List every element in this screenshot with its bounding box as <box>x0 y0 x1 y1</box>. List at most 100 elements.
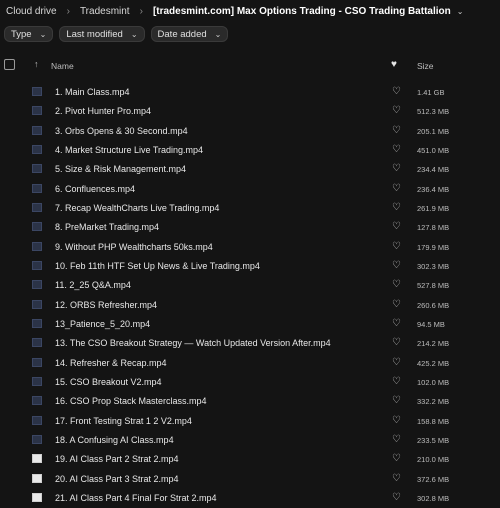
favorite-heart-icon[interactable]: ♡ <box>392 415 401 426</box>
file-name[interactable]: 12. ORBS Refresher.mp4 <box>55 300 157 310</box>
table-row[interactable]: 8. PreMarket Trading.mp4 ♡ 127.8 MB <box>0 218 500 237</box>
file-name[interactable]: 19. AI Class Part 2 Strat 2.mp4 <box>55 454 179 464</box>
table-row[interactable]: 15. CSO Breakout V2.mp4 ♡ 102.0 MB <box>0 373 500 392</box>
chevron-down-icon: ⌄ <box>130 29 138 39</box>
file-size: 260.6 MB <box>417 300 450 310</box>
chevron-down-icon[interactable]: ⌄ <box>457 7 464 16</box>
file-size: 102.0 MB <box>417 377 450 387</box>
favorite-heart-icon[interactable]: ♡ <box>392 299 401 310</box>
table-row[interactable]: 20. AI Class Part 3 Strat 2.mp4 ♡ 372.6 MB <box>0 470 500 489</box>
favorite-heart-icon[interactable]: ♡ <box>392 453 401 464</box>
file-name[interactable]: 1. Main Class.mp4 <box>55 87 130 97</box>
file-size: 302.8 MB <box>417 493 450 503</box>
favorite-heart-icon[interactable]: ♡ <box>392 357 401 368</box>
favorite-heart-icon[interactable]: ♡ <box>392 105 401 116</box>
table-row[interactable]: 13. The CSO Breakout Strategy — Watch Up… <box>0 334 500 353</box>
file-name[interactable]: 9. Without PHP Wealthcharts 50ks.mp4 <box>55 242 213 252</box>
filter-date-added[interactable]: Date added ⌄ <box>150 26 229 42</box>
column-name-header[interactable]: Name <box>51 61 74 71</box>
video-thumbnail-icon <box>32 376 42 386</box>
file-size: 261.9 MB <box>417 203 450 213</box>
video-thumbnail-icon <box>32 183 42 193</box>
file-name[interactable]: 3. Orbs Opens & 30 Second.mp4 <box>55 126 188 136</box>
favorite-heart-icon[interactable]: ♡ <box>392 279 401 290</box>
favorite-heart-icon[interactable]: ♡ <box>392 395 401 406</box>
video-thumbnail-icon <box>32 415 42 425</box>
favorite-heart-icon[interactable]: ♡ <box>392 434 401 445</box>
file-name[interactable]: 13_Patience_5_20.mp4 <box>55 319 150 329</box>
file-name[interactable]: 18. A Confusing AI Class.mp4 <box>55 435 174 445</box>
table-row[interactable]: 5. Size & Risk Management.mp4 ♡ 234.4 MB <box>0 160 500 179</box>
video-thumbnail-icon <box>32 144 42 154</box>
table-row[interactable]: 14. Refresher & Recap.mp4 ♡ 425.2 MB <box>0 354 500 373</box>
favorite-heart-icon[interactable]: ♡ <box>392 163 401 174</box>
file-name[interactable]: 11. 2_25 Q&A.mp4 <box>55 280 131 290</box>
favorite-heart-icon[interactable]: ♡ <box>392 241 401 252</box>
select-all-checkbox[interactable] <box>4 59 15 70</box>
file-name[interactable]: 7. Recap WealthCharts Live Trading.mp4 <box>55 203 219 213</box>
breadcrumb-current-folder[interactable]: [tradesmint.com] Max Options Trading - C… <box>153 6 451 17</box>
video-thumbnail-icon <box>32 357 42 367</box>
file-name[interactable]: 21. AI Class Part 4 Final For Strat 2.mp… <box>55 493 217 503</box>
table-row[interactable]: 6. Confluences.mp4 ♡ 236.4 MB <box>0 180 500 199</box>
file-name[interactable]: 8. PreMarket Trading.mp4 <box>55 222 159 232</box>
file-name[interactable]: 6. Confluences.mp4 <box>55 184 135 194</box>
favorite-heart-icon[interactable]: ♡ <box>392 125 401 136</box>
file-name[interactable]: 13. The CSO Breakout Strategy — Watch Up… <box>55 338 331 348</box>
file-list: 1. Main Class.mp4 ♡ 1.41 GB 2. Pivot Hunter… <box>0 83 500 508</box>
table-row[interactable]: 11. 2_25 Q&A.mp4 ♡ 527.8 MB <box>0 276 500 295</box>
file-name[interactable]: 17. Front Testing Strat 1 2 V2.mp4 <box>55 416 192 426</box>
table-row[interactable]: 7. Recap WealthCharts Live Trading.mp4 ♡ 2… <box>0 199 500 218</box>
favorite-heart-icon[interactable]: ♡ <box>392 376 401 387</box>
table-row[interactable]: 21. AI Class Part 4 Final For Strat 2.mp… <box>0 489 500 508</box>
table-row[interactable]: 10. Feb 11th HTF Set Up News & Live Trad… <box>0 257 500 276</box>
favorite-heart-icon[interactable]: ♡ <box>392 318 401 329</box>
file-name[interactable]: 2. Pivot Hunter Pro.mp4 <box>55 106 151 116</box>
table-row[interactable]: 19. AI Class Part 2 Strat 2.mp4 ♡ 210.0 MB <box>0 450 500 469</box>
filter-type[interactable]: Type ⌄ <box>4 26 54 42</box>
video-thumbnail-icon <box>32 280 42 290</box>
table-row[interactable]: 12. ORBS Refresher.mp4 ♡ 260.6 MB <box>0 296 500 315</box>
breadcrumb-cloud-drive[interactable]: Cloud drive <box>6 6 57 17</box>
video-thumbnail-icon <box>32 338 42 348</box>
table-row[interactable]: 1. Main Class.mp4 ♡ 1.41 GB <box>0 83 500 102</box>
file-name[interactable]: 15. CSO Breakout V2.mp4 <box>55 377 162 387</box>
table-row[interactable]: 16. CSO Prop Stack Masterclass.mp4 ♡ 332.2… <box>0 392 500 411</box>
file-name[interactable]: 10. Feb 11th HTF Set Up News & Live Trad… <box>55 261 260 271</box>
favorite-heart-icon[interactable]: ♡ <box>392 221 401 232</box>
table-row[interactable]: 13_Patience_5_20.mp4 ♡ 94.5 MB <box>0 315 500 334</box>
table-row[interactable]: 9. Without PHP Wealthcharts 50ks.mp4 ♡ 179… <box>0 238 500 257</box>
file-name[interactable]: 20. AI Class Part 3 Strat 2.mp4 <box>55 474 179 484</box>
table-row[interactable]: 18. A Confusing AI Class.mp4 ♡ 233.5 MB <box>0 431 500 450</box>
table-row[interactable]: 4. Market Structure Live Trading.mp4 ♡ 451… <box>0 141 500 160</box>
video-thumbnail-icon <box>32 454 42 464</box>
favorite-heart-icon[interactable]: ♡ <box>392 183 401 194</box>
favorite-column-heart-icon[interactable]: ♥ <box>391 59 397 70</box>
column-size-header[interactable]: Size <box>417 61 434 71</box>
table-row[interactable]: 3. Orbs Opens & 30 Second.mp4 ♡ 205.1 MB <box>0 122 500 141</box>
file-size: 527.8 MB <box>417 281 450 291</box>
file-size: 233.5 MB <box>417 435 450 445</box>
favorite-heart-icon[interactable]: ♡ <box>392 144 401 155</box>
filter-last-modified[interactable]: Last modified ⌄ <box>59 26 145 42</box>
file-name[interactable]: 5. Size & Risk Management.mp4 <box>55 164 186 174</box>
file-name[interactable]: 14. Refresher & Recap.mp4 <box>55 358 167 368</box>
file-size: 332.2 MB <box>417 397 450 407</box>
favorite-heart-icon[interactable]: ♡ <box>392 260 401 271</box>
file-size: 158.8 MB <box>417 416 450 426</box>
sort-ascending-icon[interactable]: ↑ <box>34 59 39 69</box>
table-row[interactable]: 17. Front Testing Strat 1 2 V2.mp4 ♡ 158.8… <box>0 412 500 431</box>
favorite-heart-icon[interactable]: ♡ <box>392 492 401 503</box>
file-size: 210.0 MB <box>417 455 450 465</box>
file-name[interactable]: 4. Market Structure Live Trading.mp4 <box>55 145 203 155</box>
file-size: 302.3 MB <box>417 261 450 271</box>
favorite-heart-icon[interactable]: ♡ <box>392 473 401 484</box>
video-thumbnail-icon <box>32 106 42 116</box>
favorite-heart-icon[interactable]: ♡ <box>392 86 401 97</box>
favorite-heart-icon[interactable]: ♡ <box>392 202 401 213</box>
file-name[interactable]: 16. CSO Prop Stack Masterclass.mp4 <box>55 396 207 406</box>
table-row[interactable]: 2. Pivot Hunter Pro.mp4 ♡ 512.3 MB <box>0 102 500 121</box>
file-size: 234.4 MB <box>417 165 450 175</box>
breadcrumb-tradesmint[interactable]: Tradesmint <box>80 6 130 17</box>
favorite-heart-icon[interactable]: ♡ <box>392 337 401 348</box>
